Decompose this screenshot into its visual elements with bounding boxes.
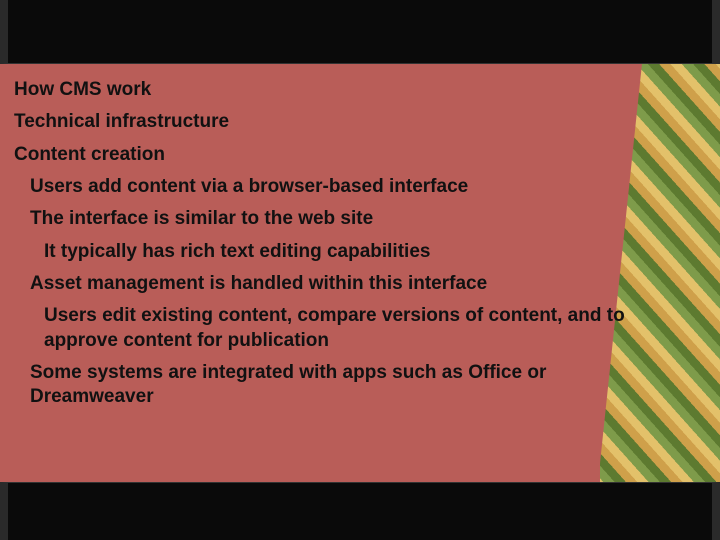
slide-bottom-bar — [0, 482, 720, 540]
body-line: How CMS work — [14, 78, 630, 102]
body-line: Users add content via a browser-based in… — [30, 175, 630, 199]
body-line: The interface is similar to the web site — [30, 207, 630, 231]
slide-body: How CMS work Technical infrastructure Co… — [14, 78, 630, 470]
body-line: Content creation — [14, 143, 630, 167]
body-line: Some systems are integrated with apps su… — [30, 361, 630, 410]
body-line: Technical infrastructure — [14, 110, 630, 134]
body-line: Asset management is handled within this … — [30, 272, 630, 296]
body-line: Users edit existing content, compare ver… — [44, 304, 630, 353]
body-line: It typically has rich text editing capab… — [44, 240, 630, 264]
slide-top-bar — [0, 0, 720, 64]
